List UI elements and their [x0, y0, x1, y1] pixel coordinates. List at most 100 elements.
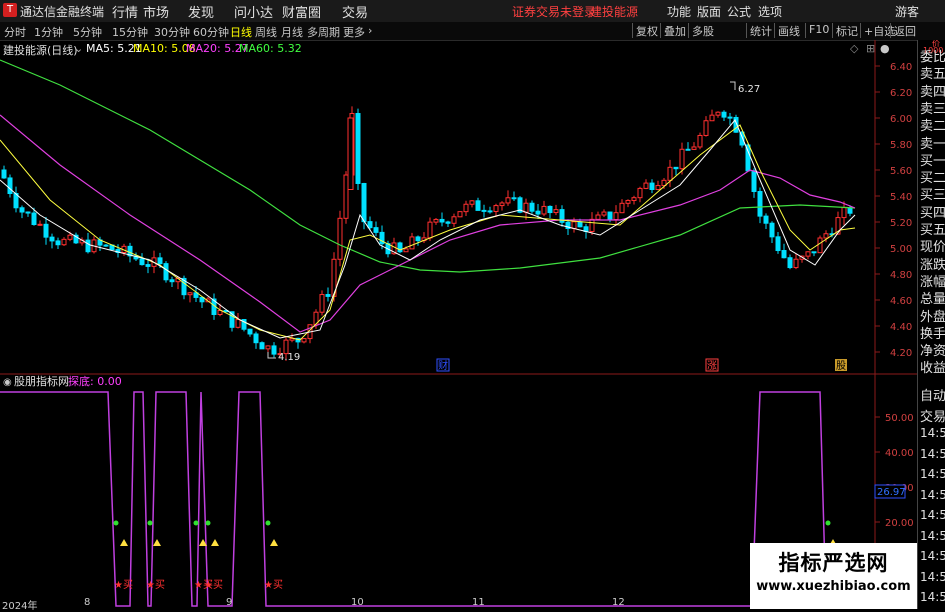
candle-body [535, 210, 541, 215]
period-toolbar: 分时 1分钟 5分钟 15分钟 30分钟 60分钟 日线 周线 月线 多周期 更… [0, 22, 945, 41]
menu-item-assistant[interactable]: 问小达 [234, 2, 273, 21]
menu-item-layout[interactable]: 版面 [697, 3, 721, 20]
candle-body [523, 202, 529, 213]
period-monthly[interactable]: 月线 [281, 24, 303, 40]
quote-item: 买一 [920, 153, 945, 169]
candle-body [763, 215, 769, 224]
indicator-current-value: 26.97 [877, 487, 906, 498]
tool-multi-stock[interactable]: 多股 [688, 23, 717, 38]
candle-body [679, 148, 685, 170]
high-annotation: 6.27 [738, 84, 760, 95]
quote-item: 卖二 [920, 119, 945, 135]
tool-f10[interactable]: F10 [805, 23, 832, 38]
trade-tick-time: 14:56 [920, 487, 945, 502]
menu-item-options[interactable]: 选项 [758, 3, 782, 20]
indicator-lines [0, 391, 875, 607]
candle-body [43, 223, 49, 238]
menu-item-discover[interactable]: 发现 [188, 2, 214, 21]
quote-panel: 价 1000 委比 卖五 卖四 卖三 卖二 卖一 买一 买二 买三 买四 买五 现价 涨跌 涨幅 总量 外盘换… [917, 40, 945, 609]
candle-body [415, 236, 421, 242]
tool-overlay[interactable]: 叠加 [660, 23, 689, 38]
candle-body [811, 251, 817, 254]
candle-body [487, 210, 493, 213]
menu-item-wealth[interactable]: 财富圈 [282, 2, 321, 21]
signal-triangle [270, 539, 278, 546]
candle-body [19, 207, 25, 213]
price-tick-label: 5.00 [890, 244, 912, 255]
candle-body [625, 199, 631, 204]
user-guest[interactable]: 游客 [895, 3, 919, 20]
candle-body [103, 244, 109, 247]
quote-item: 买二 [920, 171, 945, 187]
tool-restore-rights[interactable]: 复权 [632, 23, 661, 38]
trade-tick-time: 14:56 [920, 426, 945, 440]
indicator-menu-icon[interactable]: ◉ [3, 377, 12, 388]
period-daily[interactable]: 日线 [230, 24, 252, 40]
candle-body [67, 234, 73, 240]
menu-item-trade[interactable]: 交易 [342, 2, 368, 21]
candle-body [787, 257, 793, 269]
indicator-tick-label: 50.00 [885, 413, 914, 424]
period-60min[interactable]: 60分钟 [193, 24, 229, 40]
watermark: 指标严选网 www.xuezhibiao.com [750, 543, 917, 609]
candle-body [769, 222, 775, 238]
candle-body [697, 134, 703, 148]
candle-body [709, 114, 715, 122]
candle-body [463, 203, 469, 213]
candle-body [253, 333, 259, 344]
period-15min[interactable]: 15分钟 [112, 24, 148, 40]
period-intraday[interactable]: 分时 [4, 24, 26, 40]
trade-tick-time: 14:56 [920, 508, 945, 522]
period-multi[interactable]: 多周期 [307, 24, 340, 40]
menu-item-quotes[interactable]: 行情 [112, 2, 138, 21]
moving-averages [0, 59, 856, 341]
date-label-year: 2024年 [2, 601, 38, 612]
price-tick-label: 6.00 [890, 114, 912, 125]
candle-body [373, 227, 379, 233]
candlesticks [1, 106, 853, 361]
tool-mark[interactable]: 标记 [832, 23, 861, 38]
candle-body [823, 233, 829, 239]
tool-statistics[interactable]: 统计 [746, 23, 775, 38]
login-notice[interactable]: 证券交易未登录 [512, 3, 596, 20]
candle-body [775, 236, 781, 252]
auto-trade-label: 交易 [920, 409, 945, 425]
candle-body [703, 120, 709, 136]
period-30min[interactable]: 30分钟 [154, 24, 190, 40]
quote-item: 换手 [920, 326, 945, 342]
tool-back[interactable]: 返回 [890, 23, 919, 38]
price-chart[interactable]: 6.40 6.20 6.00 5.80 5.60 5.40 5.20 5.00 4.80 4.60… [0, 40, 917, 609]
candle-body [139, 258, 145, 266]
signal-dot [113, 520, 119, 526]
menu-item-market[interactable]: 市场 [143, 2, 169, 21]
candle-body [643, 182, 649, 189]
candle-body [781, 250, 787, 259]
candle-body [265, 345, 271, 350]
quote-item: 外盘 [920, 309, 945, 325]
high-marker [730, 81, 736, 90]
quote-item: 买四 [920, 205, 945, 221]
menu-item-function[interactable]: 功能 [667, 3, 691, 20]
signal-triangle [211, 539, 219, 546]
candle-body [685, 148, 691, 151]
candle-body [589, 218, 595, 232]
period-5min[interactable]: 5分钟 [73, 24, 102, 40]
period-more[interactable]: 更多 [343, 24, 365, 40]
menu-item-formula[interactable]: 公式 [727, 3, 751, 20]
period-weekly[interactable]: 周线 [255, 24, 277, 40]
tool-draw-line[interactable]: 画线 [774, 23, 803, 38]
chevron-right-icon[interactable]: › [368, 24, 372, 37]
candle-body [25, 211, 31, 214]
candle-body [319, 294, 325, 313]
candle-body [469, 200, 475, 205]
period-1min[interactable]: 1分钟 [34, 24, 63, 40]
candle-body [325, 294, 331, 297]
candle-body [553, 209, 559, 214]
candle-body [577, 221, 583, 228]
candle-body [529, 202, 535, 212]
candle-body [169, 279, 175, 283]
candle-body [367, 221, 373, 229]
candle-body [445, 221, 451, 224]
price-tick-label: 5.20 [890, 218, 912, 229]
candle-body [247, 328, 253, 335]
